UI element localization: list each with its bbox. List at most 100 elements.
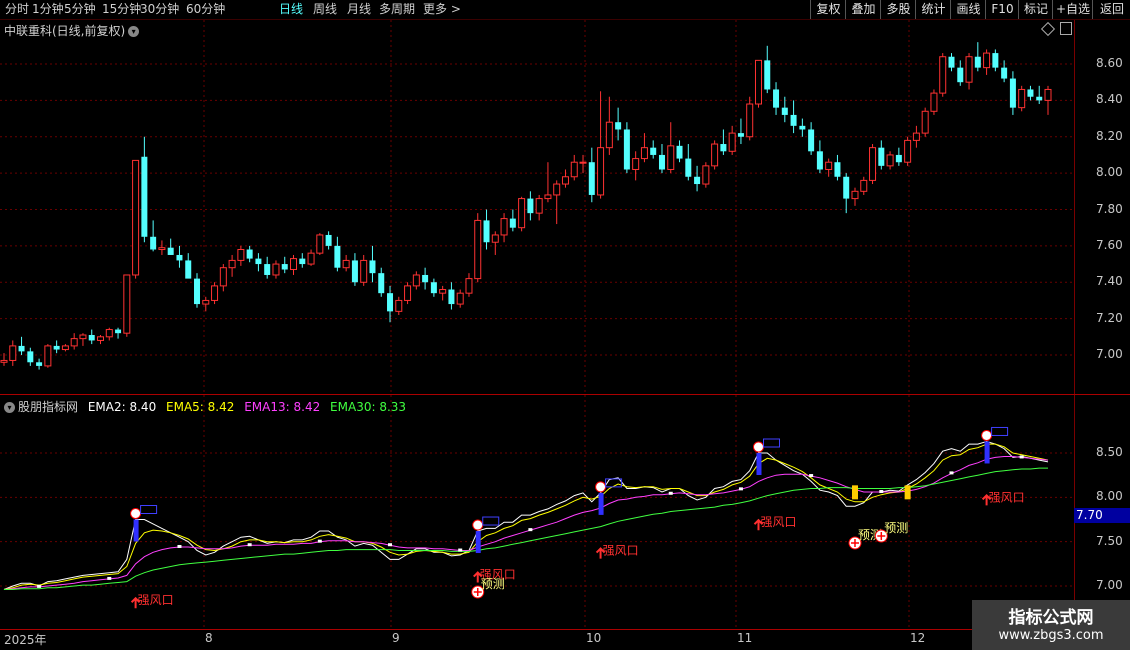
- ema30-line: [4, 467, 1048, 590]
- candle-up: [851, 190, 859, 200]
- toolbar-button-2[interactable]: 多股: [880, 0, 916, 19]
- ema-marker: [247, 543, 252, 547]
- arrow-up-icon: [981, 493, 992, 506]
- stock-title: 中联重科(日线,前复权): [4, 24, 126, 38]
- period-5[interactable]: 60分钟: [186, 2, 225, 17]
- x-tick: 9: [392, 631, 400, 645]
- candle-down: [36, 362, 43, 366]
- toolbar-button-7[interactable]: +自选: [1052, 0, 1093, 19]
- period-3[interactable]: 15分钟: [102, 2, 141, 17]
- signal-icon: [752, 441, 764, 453]
- arrow-up-icon: [595, 547, 606, 559]
- yellow-bar: [851, 485, 858, 500]
- candle-down: [1027, 89, 1034, 97]
- candle-down: [623, 129, 630, 170]
- ema-marker: [317, 539, 322, 543]
- candle-up: [404, 285, 412, 301]
- candle-up: [728, 132, 736, 152]
- candle-down: [676, 145, 683, 159]
- candle-up: [97, 336, 105, 341]
- toolbar-button-8[interactable]: 返回: [1092, 0, 1130, 19]
- candle-down: [658, 154, 665, 170]
- period-1[interactable]: 1分钟: [32, 2, 64, 17]
- watermark-title: 指标公式网: [1008, 608, 1094, 628]
- candle-up: [79, 334, 87, 340]
- period-10[interactable]: 更多 >: [423, 2, 461, 17]
- candle-up: [123, 274, 131, 334]
- period-4[interactable]: 30分钟: [140, 2, 179, 17]
- y-tick-main: 8.60: [1096, 56, 1123, 70]
- ema-marker: [949, 471, 954, 475]
- candle-up: [886, 154, 894, 167]
- candle-down: [764, 60, 771, 90]
- candle-down: [650, 147, 657, 155]
- candle-up: [202, 299, 210, 305]
- candle-down: [799, 125, 806, 130]
- candle-down: [992, 53, 999, 68]
- candle-down: [685, 158, 692, 177]
- ema2-line: [3, 440, 1049, 590]
- y-tick-indicator: 7.50: [1096, 533, 1123, 548]
- toolbar-button-0[interactable]: 复权: [810, 0, 846, 19]
- diamond-icon[interactable]: [1040, 21, 1056, 37]
- ema13-label: EMA13: 8.42: [244, 400, 321, 414]
- candle-down: [773, 89, 780, 108]
- x-tick: 2025年: [4, 633, 47, 647]
- toolbar-button-4[interactable]: 画线: [950, 0, 986, 19]
- predict-icon: [848, 536, 862, 550]
- toolbar-button-3[interactable]: 统计: [915, 0, 951, 19]
- layout-icon[interactable]: [1060, 22, 1072, 35]
- ema-marker: [879, 490, 884, 494]
- candle-down: [483, 220, 490, 243]
- y-tick-main: 7.60: [1096, 237, 1123, 252]
- candle-up: [272, 263, 280, 276]
- chart-title: 中联重科(日线,前复权) ▾: [4, 22, 140, 39]
- x-tick: 12: [910, 631, 926, 645]
- candle-up: [544, 194, 552, 200]
- candle-up: [912, 132, 920, 141]
- candle-down: [1009, 78, 1016, 108]
- candle-up: [474, 219, 482, 280]
- signal-bar: [756, 453, 762, 475]
- candle-down: [176, 254, 183, 261]
- toolbar-button-1[interactable]: 叠加: [845, 0, 881, 19]
- candle-down: [430, 282, 437, 294]
- y-tick-main: 7.40: [1096, 274, 1123, 289]
- candle-down: [264, 264, 271, 275]
- candle-down: [1036, 96, 1043, 101]
- candle-up: [640, 147, 648, 160]
- toolbar-button-6[interactable]: 标记: [1018, 0, 1053, 19]
- signal-icon: [130, 508, 142, 519]
- candle-up: [561, 176, 569, 185]
- period-6[interactable]: 日线: [279, 2, 303, 17]
- period-2[interactable]: 5分钟: [64, 2, 96, 17]
- candle-up: [597, 147, 605, 196]
- candle-up: [316, 234, 324, 254]
- predict-label: 预测: [481, 577, 505, 591]
- candle-down: [588, 162, 595, 195]
- candle-down: [843, 176, 850, 199]
- arrow-up-icon: [753, 518, 764, 531]
- toolbar-button-5[interactable]: F10: [985, 0, 1019, 19]
- candle-down: [194, 278, 201, 305]
- ema-marker: [458, 548, 463, 552]
- chevron-down-icon[interactable]: ▾: [128, 26, 140, 37]
- candle-up: [395, 299, 403, 312]
- candle-up: [70, 338, 78, 347]
- candle-up: [579, 161, 587, 164]
- signal-icon: [595, 481, 607, 493]
- candle-down: [185, 260, 192, 279]
- chevron-down-icon[interactable]: ▾: [4, 402, 15, 413]
- candle-down: [281, 264, 288, 270]
- predict-icon: [471, 585, 485, 599]
- period-9[interactable]: 多周期: [379, 2, 415, 17]
- candle-down: [808, 129, 815, 152]
- period-7[interactable]: 周线: [313, 2, 337, 17]
- period-8[interactable]: 月线: [347, 2, 371, 17]
- period-0[interactable]: 分时: [5, 2, 29, 17]
- arrow-up-icon: [130, 596, 141, 609]
- candle-down: [781, 107, 788, 115]
- candle-up: [44, 345, 52, 367]
- candle-up: [456, 292, 464, 305]
- watermark: 指标公式网 www.zbgs3.com: [972, 600, 1130, 650]
